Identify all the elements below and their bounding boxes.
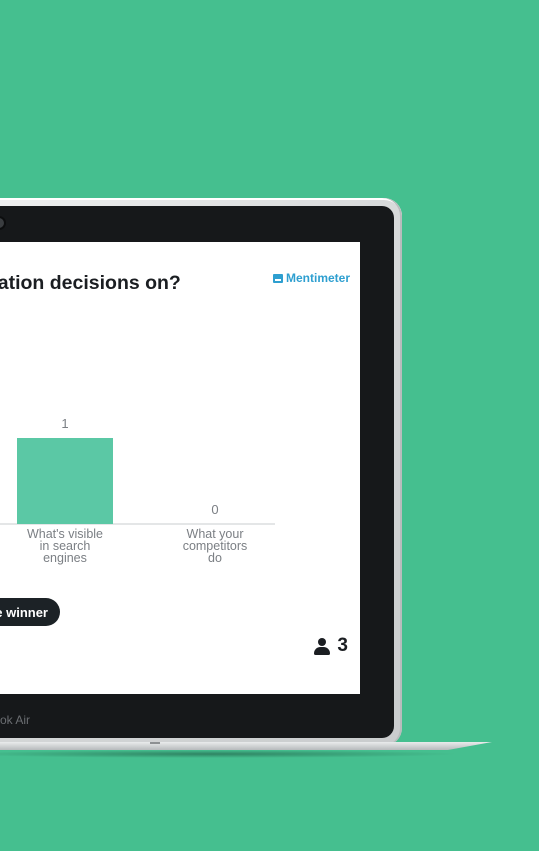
laptop-base — [0, 742, 492, 750]
participant-count-value: 3 — [337, 635, 348, 656]
show-winner-label: e winner — [0, 604, 48, 620]
category-label-1: What your competitors do — [165, 528, 265, 565]
laptop-notch — [150, 742, 160, 744]
category-label-line: engines — [43, 551, 87, 565]
bar-value-label-0: 1 — [61, 416, 69, 431]
laptop-shadow — [0, 750, 460, 758]
chart-bars — [17, 438, 113, 524]
presentation-screen: zation decisions on? Mentimeter 1 What's … — [0, 242, 360, 694]
show-winner-button[interactable]: e winner — [0, 598, 60, 626]
bar-0 — [17, 438, 113, 524]
category-label-0: What's visible in search engines — [15, 528, 115, 565]
stage: zation decisions on? Mentimeter 1 What's … — [0, 0, 539, 851]
participant-count: 3 — [313, 635, 348, 657]
device-model-label: ok Air — [0, 713, 31, 727]
bar-value-label-1: 0 — [211, 502, 219, 517]
category-label-line: do — [208, 551, 222, 565]
user-icon — [313, 637, 331, 655]
